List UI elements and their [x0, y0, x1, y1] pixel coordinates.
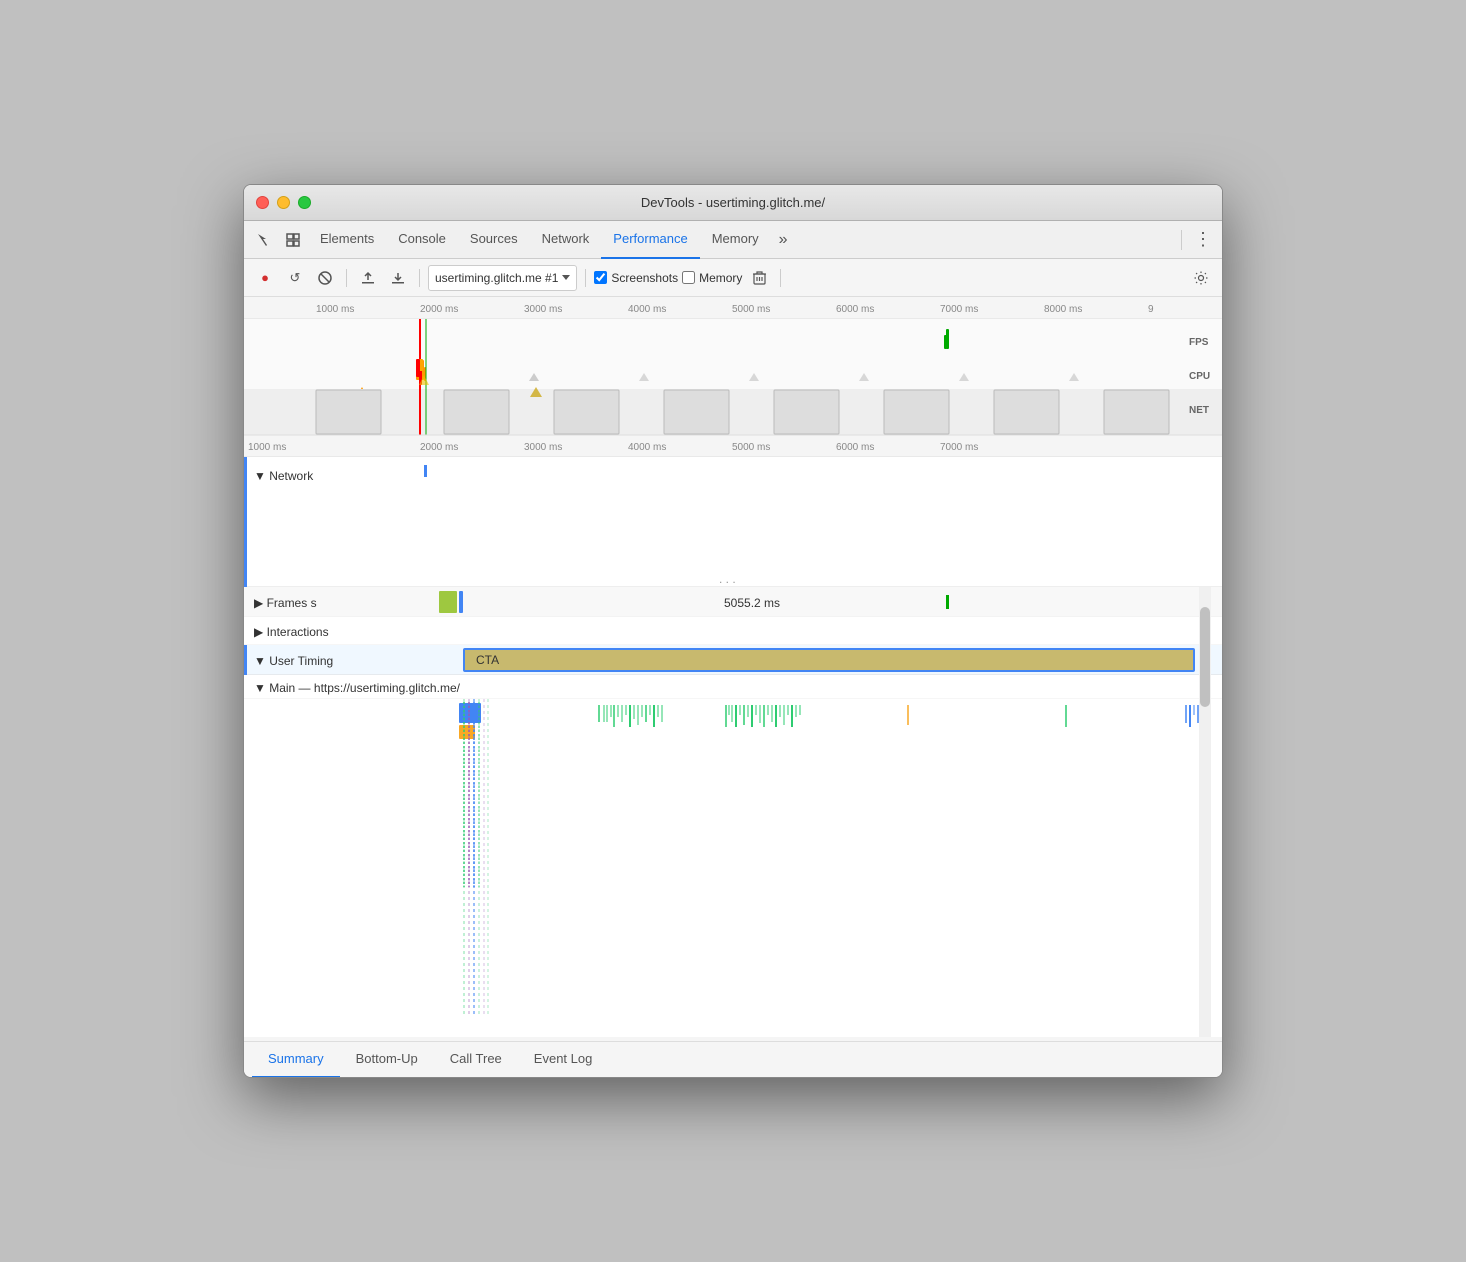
- toolbar-divider-1: [346, 269, 347, 287]
- tab-bottom-up[interactable]: Bottom-Up: [340, 1042, 434, 1078]
- svg-text:1000 ms: 1000 ms: [316, 304, 354, 315]
- svg-text:8000 ms: 8000 ms: [1044, 304, 1082, 315]
- inspect-icon[interactable]: [279, 226, 307, 254]
- devtools-window: DevTools - usertiming.glitch.me/ Element…: [243, 184, 1223, 1078]
- tab-list: Elements Console Sources Network Perform…: [308, 221, 1175, 259]
- reload-button[interactable]: ↺: [282, 265, 308, 291]
- upload-button[interactable]: [355, 265, 381, 291]
- screenshots-label: Screenshots: [611, 271, 678, 285]
- tab-divider: [1181, 230, 1182, 250]
- svg-text:9: 9: [1148, 304, 1154, 315]
- svg-text:CPU: CPU: [1189, 371, 1210, 382]
- tab-memory[interactable]: Memory: [700, 221, 771, 259]
- svg-text:4000 ms: 4000 ms: [628, 442, 666, 453]
- upper-section: 1000 ms 2000 ms 3000 ms 4000 ms 5000 ms …: [244, 297, 1222, 587]
- svg-text:7000 ms: 7000 ms: [940, 304, 978, 315]
- svg-text:▼ User Timing: ▼ User Timing: [254, 654, 333, 668]
- kebab-menu[interactable]: ⋮: [1188, 229, 1218, 250]
- overview-svg: 1000 ms 2000 ms 3000 ms 4000 ms 5000 ms …: [244, 297, 1222, 587]
- svg-text:▼ Main — https://usertiming.gl: ▼ Main — https://usertiming.glitch.me/: [254, 681, 461, 695]
- tab-performance[interactable]: Performance: [601, 221, 699, 259]
- svg-text:▼ Network: ▼ Network: [254, 469, 314, 483]
- svg-text:▶ Interactions: ▶ Interactions: [254, 625, 329, 639]
- svg-text:▶ Frames s: ▶ Frames s: [254, 596, 317, 610]
- svg-text:7000 ms: 7000 ms: [940, 442, 978, 453]
- svg-text:. . .: . . .: [719, 572, 736, 586]
- memory-label: Memory: [699, 271, 742, 285]
- svg-text:6000 ms: 6000 ms: [836, 304, 874, 315]
- delete-button[interactable]: [746, 265, 772, 291]
- svg-text:3000 ms: 3000 ms: [524, 304, 562, 315]
- svg-text:2000 ms: 2000 ms: [420, 304, 458, 315]
- toolbar-divider-3: [585, 269, 586, 287]
- svg-text:CTA: CTA: [476, 653, 499, 667]
- bottom-tabs: Summary Bottom-Up Call Tree Event Log: [244, 1041, 1222, 1077]
- scrollable-section: ▶ Frames s 5055.2 ms ▶ Interactions: [244, 587, 1222, 1077]
- detail-svg: ▶ Frames s 5055.2 ms ▶ Interactions: [244, 587, 1222, 1041]
- profile-select[interactable]: usertiming.glitch.me #1: [428, 265, 577, 291]
- screenshots-checkbox[interactable]: [594, 271, 607, 284]
- memory-group: Memory: [682, 271, 742, 285]
- record-button[interactable]: ●: [252, 265, 278, 291]
- screenshots-group: Screenshots: [594, 271, 678, 285]
- download-button[interactable]: [385, 265, 411, 291]
- svg-text:1000 ms: 1000 ms: [248, 442, 286, 453]
- toolbar-divider-4: [780, 269, 781, 287]
- svg-text:2000 ms: 2000 ms: [420, 442, 458, 453]
- svg-text:5000 ms: 5000 ms: [732, 304, 770, 315]
- window-title: DevTools - usertiming.glitch.me/: [641, 195, 825, 210]
- tab-sources[interactable]: Sources: [458, 221, 530, 259]
- tab-event-log[interactable]: Event Log: [518, 1042, 609, 1078]
- performance-container: 1000 ms 2000 ms 3000 ms 4000 ms 5000 ms …: [244, 297, 1222, 1077]
- tab-console[interactable]: Console: [386, 221, 458, 259]
- traffic-lights: [256, 196, 311, 209]
- svg-text:3000 ms: 3000 ms: [524, 442, 562, 453]
- devtools-tab-bar: Elements Console Sources Network Perform…: [244, 221, 1222, 259]
- tab-call-tree[interactable]: Call Tree: [434, 1042, 518, 1078]
- minimize-button[interactable]: [277, 196, 290, 209]
- toolbar-divider-2: [419, 269, 420, 287]
- title-bar: DevTools - usertiming.glitch.me/: [244, 185, 1222, 221]
- tab-elements[interactable]: Elements: [308, 221, 386, 259]
- profile-select-text: usertiming.glitch.me #1: [435, 271, 558, 285]
- svg-text:5055.2 ms: 5055.2 ms: [724, 596, 780, 610]
- tab-summary[interactable]: Summary: [252, 1042, 340, 1078]
- stop-button[interactable]: [312, 265, 338, 291]
- maximize-button[interactable]: [298, 196, 311, 209]
- svg-text:4000 ms: 4000 ms: [628, 304, 666, 315]
- cursor-icon[interactable]: [249, 226, 277, 254]
- tab-more[interactable]: »: [771, 231, 796, 249]
- performance-toolbar: ● ↺ usertiming.glitch.me #1 Screenshots …: [244, 259, 1222, 297]
- svg-text:6000 ms: 6000 ms: [836, 442, 874, 453]
- close-button[interactable]: [256, 196, 269, 209]
- tab-network[interactable]: Network: [530, 221, 602, 259]
- settings-button[interactable]: [1188, 265, 1214, 291]
- svg-text:NET: NET: [1189, 405, 1209, 416]
- memory-checkbox[interactable]: [682, 271, 695, 284]
- svg-text:FPS: FPS: [1189, 337, 1209, 348]
- svg-text:5000 ms: 5000 ms: [732, 442, 770, 453]
